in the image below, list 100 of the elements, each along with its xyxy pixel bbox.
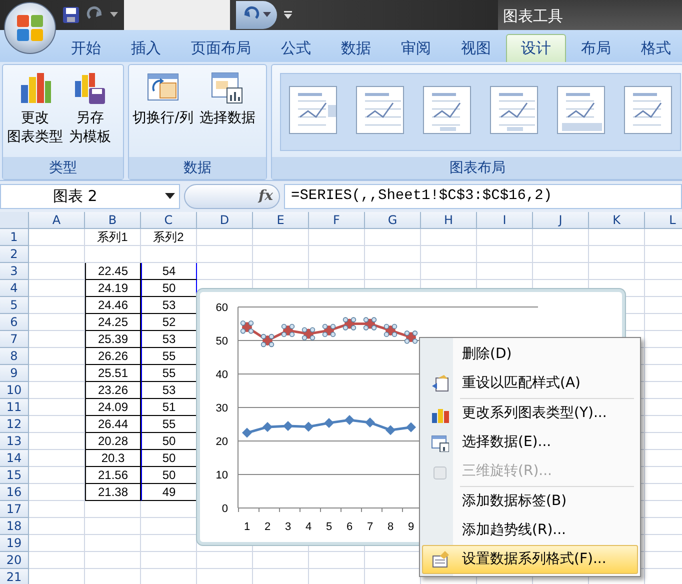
ribbon-button[interactable]: 更改 图表类型	[5, 69, 65, 157]
table-cell[interactable]: 24.25	[85, 314, 141, 331]
row-header[interactable]: 20	[0, 552, 29, 569]
row-header[interactable]: 4	[0, 280, 29, 297]
row-header[interactable]: 8	[0, 348, 29, 365]
ribbon-tab[interactable]: 格式	[626, 34, 682, 62]
table-cell[interactable]: 20.3	[85, 450, 141, 467]
table-cell[interactable]: 54	[141, 263, 197, 280]
axis-tick-label: 5	[326, 521, 332, 533]
column-header[interactable]: I	[477, 212, 533, 229]
chart-layout-thumbnail[interactable]	[356, 86, 404, 134]
point	[304, 422, 314, 432]
table-cell[interactable]: 26.26	[85, 348, 141, 365]
chart-layout-thumbnail[interactable]	[557, 86, 605, 134]
row-header[interactable]: 19	[0, 535, 29, 552]
table-cell[interactable]: 20.28	[85, 433, 141, 450]
chart-layout-thumbnail[interactable]	[289, 86, 337, 134]
save-icon[interactable]	[62, 6, 80, 24]
row-header[interactable]: 9	[0, 365, 29, 382]
row-header[interactable]: 1	[0, 229, 29, 246]
table-cell[interactable]: 25.51	[85, 365, 141, 382]
select-data-icon	[430, 434, 448, 452]
point	[283, 421, 293, 432]
row-header[interactable]: 21	[0, 569, 29, 584]
row-header[interactable]: 10	[0, 382, 29, 399]
column-header[interactable]: L	[645, 212, 682, 229]
axis-tick-label: 8	[387, 521, 394, 533]
point	[406, 422, 416, 432]
row-header[interactable]: 7	[0, 331, 29, 348]
row-header[interactable]: 2	[0, 246, 29, 263]
table-cell[interactable]: 24.09	[85, 399, 141, 416]
ribbon-button[interactable]: 切换行/列	[130, 69, 196, 157]
axis-tick-label: 20	[216, 436, 228, 448]
axis-tick-label: 4	[305, 521, 312, 533]
chart-layout-thumbnail[interactable]	[624, 86, 672, 134]
column-header[interactable]: C	[141, 212, 197, 229]
row-header[interactable]: 14	[0, 450, 29, 467]
row-header[interactable]: 16	[0, 484, 29, 501]
table-cell[interactable]: 26.44	[85, 416, 141, 433]
table-cell[interactable]: 22.45	[85, 263, 141, 280]
column-header[interactable]: K	[589, 212, 645, 229]
table-cell[interactable]: 系列2	[141, 229, 197, 246]
column-header[interactable]: F	[309, 212, 365, 229]
axis-tick-label: 6	[346, 521, 353, 533]
row-header[interactable]: 3	[0, 263, 29, 280]
point	[262, 422, 272, 432]
ribbon-tab[interactable]: 公式	[266, 34, 326, 62]
column-header[interactable]: E	[253, 212, 309, 229]
table-cell[interactable]: 24.46	[85, 297, 141, 314]
row-header[interactable]: 5	[0, 297, 29, 314]
column-header[interactable]: H	[421, 212, 477, 229]
row-header[interactable]: 11	[0, 399, 29, 416]
row-header[interactable]: 13	[0, 433, 29, 450]
ribbon-tab[interactable]: 开始	[56, 34, 116, 62]
row-header[interactable]: 12	[0, 416, 29, 433]
group-label: 图表布局	[272, 157, 682, 179]
axis-tick-label: 50	[216, 336, 228, 348]
axis-tick-label: 40	[216, 369, 228, 381]
table-cell[interactable]: 21.38	[85, 484, 141, 501]
axis-tick-label: 3	[284, 521, 292, 533]
row-header[interactable]: 15	[0, 467, 29, 484]
table-cell[interactable]: 23.26	[85, 382, 141, 399]
ribbon-tab[interactable]: 页面布局	[176, 34, 266, 62]
logo-icon	[15, 13, 45, 43]
table-cell[interactable]: 25.39	[85, 331, 141, 348]
reset-style-icon	[430, 374, 448, 392]
axis-tick-label: 7	[366, 521, 374, 533]
ribbon-tab[interactable]: 设计	[506, 34, 566, 62]
ribbon-tab[interactable]: 插入	[116, 34, 176, 62]
contextual-tab-title: 图表工具	[503, 6, 563, 27]
row-header[interactable]: 6	[0, 314, 29, 331]
point	[324, 418, 334, 428]
ribbon-button[interactable]: 另存 为模板	[67, 69, 113, 157]
formula-field[interactable]: =SERIES(,,Sheet1!$C$3:$C$16,2)	[284, 184, 682, 208]
ribbon-tab[interactable]: 审阅	[386, 34, 446, 62]
chart-layout-thumbnail[interactable]	[490, 86, 538, 134]
menu-item[interactable]: 设置数据系列格式(F)...	[422, 545, 638, 574]
column-header[interactable]: B	[85, 212, 141, 229]
chart-layout-thumbnail[interactable]	[423, 86, 471, 134]
column-header[interactable]: D	[197, 212, 253, 229]
row-header[interactable]: 17	[0, 501, 29, 518]
series-line[interactable]	[242, 415, 416, 438]
ribbon-tab[interactable]: 布局	[566, 34, 626, 62]
insert-function-button[interactable]: fx	[184, 184, 280, 208]
ribbon-tab[interactable]: 视图	[446, 34, 506, 62]
dropdown-icon[interactable]	[165, 193, 175, 199]
ribbon-button[interactable]: 选择数据	[197, 69, 258, 157]
office-button[interactable]	[4, 2, 56, 54]
table-cell[interactable]: 24.19	[85, 280, 141, 297]
column-header[interactable]: J	[533, 212, 589, 229]
dropdown-icon[interactable]	[110, 12, 118, 18]
ribbon-tab[interactable]: 数据	[326, 34, 386, 62]
point	[365, 418, 375, 428]
customize-icon[interactable]	[283, 10, 293, 20]
name-box[interactable]: 图表 2	[0, 184, 180, 208]
column-header[interactable]: G	[365, 212, 421, 229]
row-header[interactable]: 18	[0, 518, 29, 535]
table-cell[interactable]: 21.56	[85, 467, 141, 484]
table-cell[interactable]: 系列1	[85, 229, 141, 246]
column-header[interactable]: A	[29, 212, 85, 229]
